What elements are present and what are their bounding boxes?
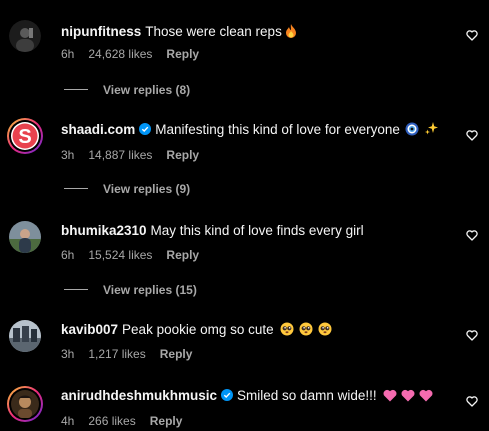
avatar[interactable] [9,320,41,352]
username[interactable]: nipunfitness [61,24,141,39]
divider [64,89,88,90]
pleading-face-icon [280,322,294,341]
timestamp: 4h [61,414,75,428]
comment-line: shaadi.com Manifesting this kind of love … [61,121,439,141]
pink-heart-icon [401,389,415,407]
divider [64,188,88,189]
username[interactable]: kavib007 [61,322,118,337]
avatar[interactable] [9,221,41,253]
view-replies-button[interactable]: View replies (9) [64,181,190,197]
pleading-face-icon [299,322,313,341]
like-heart-icon[interactable] [466,230,478,241]
avatar[interactable]: S [7,118,43,154]
reply-button[interactable]: Reply [166,248,199,262]
comment-line: bhumika2310 May this kind of love finds e… [61,222,364,240]
like-count[interactable]: 14,887 likes [88,148,152,162]
verified-badge-icon [139,123,152,135]
sparkles-icon [424,121,439,141]
comment-meta: 6h 24,628 likes Reply [61,46,213,62]
comment-meta: 6h 15,524 likes Reply [61,247,213,263]
timestamp: 3h [61,148,75,162]
username[interactable]: anirudhdeshmukhmusic [61,388,217,403]
comment-text: Those were clean reps [145,24,282,39]
verified-badge-icon [221,389,234,401]
comment-meta: 3h 1,217 likes Reply [61,346,206,362]
view-replies-button[interactable]: View replies (15) [64,282,197,298]
pink-heart-icon [383,389,397,407]
like-count[interactable]: 15,524 likes [88,248,152,262]
divider [64,289,88,290]
timestamp: 6h [61,248,75,262]
comment-line: nipunfitness Those were clean reps [61,23,297,43]
like-heart-icon[interactable] [466,130,478,141]
avatar[interactable] [9,20,41,52]
like-count[interactable]: 266 likes [88,414,135,428]
username[interactable]: shaadi.com [61,122,135,137]
comment-text: Manifesting this kind of love for everyo… [155,122,400,137]
nazar-amulet-icon [405,122,419,141]
reply-button[interactable]: Reply [166,47,199,61]
fire-icon [285,24,297,43]
username[interactable]: bhumika2310 [61,223,147,238]
view-replies-label: View replies (15) [103,283,197,297]
comment-text: May this kind of love finds every girl [150,223,364,238]
svg-text:S: S [18,126,31,148]
reply-button[interactable]: Reply [150,414,183,428]
like-count[interactable]: 1,217 likes [88,347,145,361]
pink-heart-icon [419,389,433,407]
pleading-face-icon [318,322,332,341]
like-heart-icon[interactable] [466,330,478,341]
view-replies-label: View replies (8) [103,83,191,97]
comment-text: Smiled so damn wide!!! [237,388,377,403]
like-count[interactable]: 24,628 likes [88,47,152,61]
comment-text: Peak pookie omg so cute [122,322,274,337]
timestamp: 6h [61,47,75,61]
reply-button[interactable]: Reply [160,347,193,361]
avatar[interactable] [7,386,43,422]
reply-button[interactable]: Reply [166,148,199,162]
comment-meta: 4h 266 likes Reply [61,413,196,429]
view-replies-button[interactable]: View replies (8) [64,82,190,98]
comment-line: anirudhdeshmukhmusic Smiled so damn wide!… [61,387,433,407]
view-replies-label: View replies (9) [103,182,191,196]
timestamp: 3h [61,347,75,361]
like-heart-icon[interactable] [466,30,478,41]
comment-line: kavib007 Peak pookie omg so cute [61,321,332,341]
like-heart-icon[interactable] [466,396,478,407]
comment-meta: 3h 14,887 likes Reply [61,147,213,163]
